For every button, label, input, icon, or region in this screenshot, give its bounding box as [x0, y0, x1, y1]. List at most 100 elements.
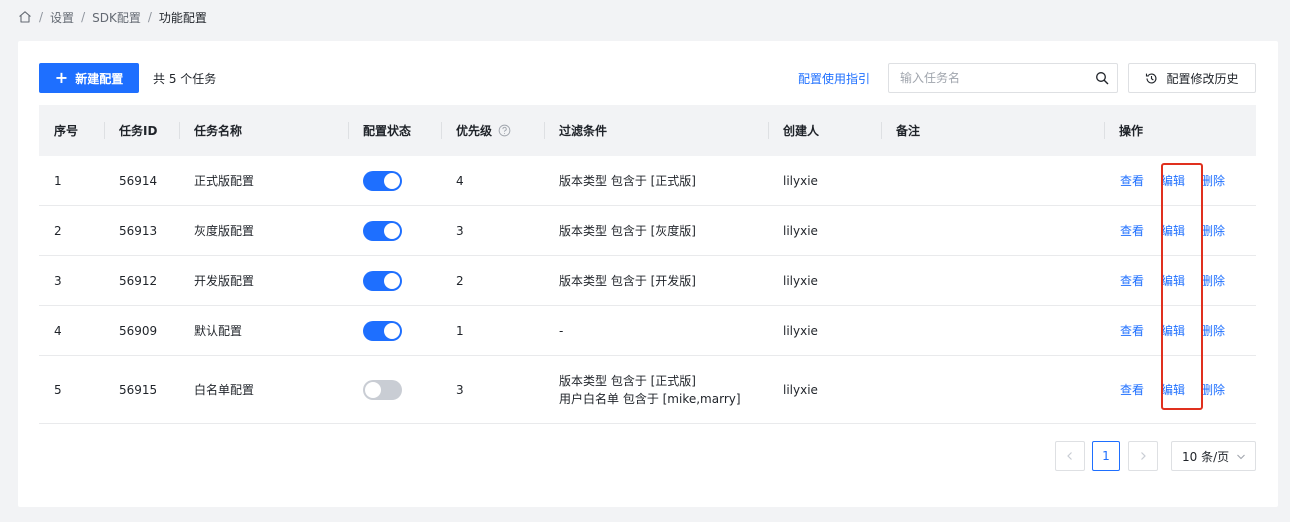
status-toggle[interactable]: [363, 170, 402, 191]
search-icon[interactable]: [1095, 71, 1109, 85]
page-size-select[interactable]: 10 条/页: [1171, 441, 1256, 471]
header-creator: 创建人: [783, 124, 820, 138]
chevron-right-icon: [1141, 452, 1146, 460]
task-total: 共 5 个任务: [153, 72, 217, 86]
cell-status: [363, 306, 402, 355]
toggle-knob: [384, 222, 400, 239]
breadcrumb-item-settings[interactable]: 设置: [50, 9, 74, 26]
new-config-button[interactable]: + 新建配置: [39, 63, 139, 93]
filter-condition: 版本类型 包含于 [灰度版]: [559, 223, 696, 238]
cell-priority: 3: [456, 382, 464, 397]
header-actions: 操作: [1119, 124, 1144, 138]
header-priority: 优先级: [456, 124, 493, 138]
breadcrumb-item-sdk[interactable]: SDK配置: [92, 9, 141, 26]
cell-filter: 版本类型 包含于 [开发版]: [559, 256, 696, 305]
task-table: 序号 任务ID 任务名称 配置状态 优先级 过滤条件 创建人 备注 操作 1 5…: [39, 105, 1256, 424]
header-divider: [179, 122, 180, 139]
cell-task-id: 56913: [119, 223, 158, 238]
toggle-knob: [384, 322, 400, 339]
table-row: 2 56913 灰度版配置 3 版本类型 包含于 [灰度版] lilyxie 查看 编辑 删除: [39, 206, 1256, 256]
help-icon[interactable]: [498, 124, 511, 137]
cell-status: [363, 256, 402, 305]
header-priority-wrap: 优先级: [456, 105, 511, 156]
status-toggle[interactable]: [363, 320, 402, 341]
breadcrumb: / 设置 / SDK配置 / 功能配置: [18, 8, 207, 26]
view-button[interactable]: 查看: [1120, 256, 1144, 305]
cell-index: 1: [54, 173, 62, 188]
status-toggle[interactable]: [363, 379, 402, 400]
header-task-id: 任务ID: [119, 124, 158, 138]
home-icon[interactable]: [18, 10, 32, 24]
cell-task-id: 56914: [119, 173, 158, 188]
cell-index: 3: [54, 273, 62, 288]
breadcrumb-current: 功能配置: [158, 10, 207, 25]
status-toggle[interactable]: [363, 270, 402, 291]
cell-task-id: 56912: [119, 273, 158, 288]
prev-page-button[interactable]: [1055, 441, 1085, 471]
cell-status: [363, 156, 402, 205]
cell-filter: -: [559, 306, 563, 355]
toggle-knob: [365, 381, 381, 398]
view-button[interactable]: 查看: [1120, 306, 1144, 355]
view-button[interactable]: 查看: [1120, 206, 1144, 255]
page-size-value: 10 条/页: [1182, 449, 1230, 464]
table-body: 1 56914 正式版配置 4 版本类型 包含于 [正式版] lilyxie 查看 编辑 删除 2…: [39, 156, 1256, 424]
header-status: 配置状态: [363, 124, 412, 138]
header-divider: [348, 122, 349, 139]
delete-button[interactable]: 删除: [1201, 306, 1225, 355]
cell-priority: 1: [456, 323, 464, 338]
chevron-down-icon: [1237, 454, 1245, 460]
filter-condition: 版本类型 包含于 [正式版]: [559, 373, 696, 388]
delete-button[interactable]: 删除: [1201, 356, 1225, 423]
cell-creator: lilyxie: [783, 382, 818, 397]
view-button[interactable]: 查看: [1120, 156, 1144, 205]
edit-button[interactable]: 编辑: [1161, 306, 1185, 355]
header-divider: [1104, 122, 1105, 139]
header-divider: [544, 122, 545, 139]
delete-button[interactable]: 删除: [1201, 156, 1225, 205]
header-task-name: 任务名称: [194, 124, 243, 138]
edit-button[interactable]: 编辑: [1161, 356, 1185, 423]
content-card: + 新建配置 共 5 个任务 配置使用指引 配置修改历史 序号 任务ID: [18, 41, 1278, 507]
breadcrumb-separator: /: [81, 10, 86, 24]
plus-icon: +: [54, 68, 69, 87]
table-row: 5 56915 白名单配置 3 版本类型 包含于 [正式版] 用户白名单 包含于 [mik…: [39, 356, 1256, 424]
delete-button[interactable]: 删除: [1201, 206, 1225, 255]
search-box: [888, 63, 1118, 93]
toggle-knob: [384, 172, 400, 189]
toolbar: + 新建配置 共 5 个任务 配置使用指引 配置修改历史: [39, 63, 1256, 93]
config-history-label: 配置修改历史: [1166, 71, 1239, 86]
cell-task-name: 正式版配置: [194, 174, 255, 188]
new-config-label: 新建配置: [75, 71, 124, 86]
status-toggle[interactable]: [363, 220, 402, 241]
cell-index: 5: [54, 382, 62, 397]
history-icon: [1146, 72, 1157, 83]
cell-task-name: 白名单配置: [194, 383, 255, 397]
header-divider: [104, 122, 105, 139]
search-input[interactable]: [900, 71, 1095, 85]
filter-condition: 用户白名单 包含于 [mike,marry]: [559, 391, 741, 406]
delete-button[interactable]: 删除: [1201, 256, 1225, 305]
next-page-button[interactable]: [1128, 441, 1158, 471]
toggle-knob: [384, 272, 400, 289]
cell-creator: lilyxie: [783, 173, 818, 188]
cell-filter: 版本类型 包含于 [正式版]: [559, 156, 696, 205]
cell-task-id: 56909: [119, 323, 158, 338]
config-history-button[interactable]: 配置修改历史: [1128, 63, 1256, 93]
cell-status: [363, 206, 402, 255]
view-button[interactable]: 查看: [1120, 356, 1144, 423]
filter-condition: 版本类型 包含于 [正式版]: [559, 173, 696, 188]
usage-guide-link[interactable]: 配置使用指引: [798, 70, 870, 87]
cell-priority: 2: [456, 273, 464, 288]
chevron-left-icon: [1067, 452, 1072, 460]
edit-button[interactable]: 编辑: [1161, 156, 1185, 205]
edit-button[interactable]: 编辑: [1161, 206, 1185, 255]
cell-index: 4: [54, 323, 62, 338]
page-number-current[interactable]: 1: [1092, 441, 1120, 471]
cell-index: 2: [54, 223, 62, 238]
header-divider: [441, 122, 442, 139]
table-header: 序号 任务ID 任务名称 配置状态 优先级 过滤条件 创建人 备注 操作: [39, 105, 1256, 156]
table-row: 3 56912 开发版配置 2 版本类型 包含于 [开发版] lilyxie 查看 编辑 删除: [39, 256, 1256, 306]
cell-creator: lilyxie: [783, 223, 818, 238]
edit-button[interactable]: 编辑: [1161, 256, 1185, 305]
